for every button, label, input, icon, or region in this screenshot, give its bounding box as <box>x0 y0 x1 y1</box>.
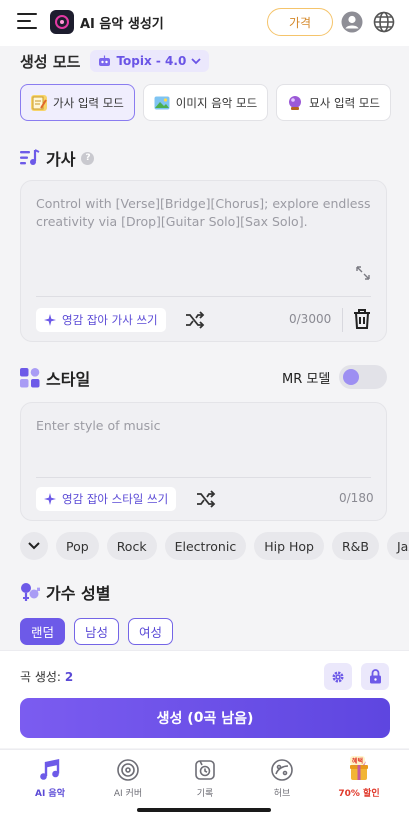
mode-tabs: 가사 입력 모드 이미지 음악 모드 묘사 입력 모드 <box>20 84 391 121</box>
song-count-value[interactable]: 2 <box>65 670 73 684</box>
style-title: 스타일 <box>46 370 91 389</box>
generate-button[interactable]: 생성 (0 곡 남음) <box>20 698 390 738</box>
app-title: AI 음악 생성기 <box>80 17 164 32</box>
lyrics-inspire-button[interactable]: 영감 잡아 가사 쓰기 <box>36 308 166 332</box>
memo-icon <box>31 94 47 111</box>
globe-icon[interactable] <box>373 11 395 33</box>
gender-options: 랜덤 남성 여성 <box>20 618 174 645</box>
nav-item-label: 허브 <box>273 789 291 799</box>
generate-label-prefix: 생성 ( <box>156 711 194 727</box>
nav-item-label: 기록 <box>196 789 214 799</box>
robot-icon <box>99 55 111 66</box>
settings-button[interactable] <box>324 663 352 690</box>
model-name: Topix - 4.0 <box>116 54 187 68</box>
expand-genres-button[interactable] <box>20 532 48 560</box>
model-selector[interactable]: Topix - 4.0 <box>90 50 210 72</box>
style-inspire-button[interactable]: 영감 잡아 스타일 쓰기 <box>36 487 177 511</box>
generate-remaining-count: 0 <box>193 710 204 726</box>
tab-image-mode[interactable]: 이미지 음악 모드 <box>142 84 269 121</box>
nav-item-label: AI 음악 <box>34 789 65 799</box>
genre-chip-jazz[interactable]: Jazz <box>386 532 409 560</box>
lyrics-title: 가사 <box>46 150 76 169</box>
style-counter: 0/180 <box>339 491 374 505</box>
profile-icon[interactable] <box>341 11 363 33</box>
mr-model-label: MR 모델 <box>282 372 331 387</box>
lyrics-inspire-label: 영감 잡아 가사 쓰기 <box>62 313 158 327</box>
hub-icon <box>271 759 293 781</box>
style-icon <box>20 368 40 388</box>
genre-chip-row: Pop Rock Electronic Hip Hop R&B Jazz <box>20 532 409 560</box>
nav-item-history[interactable]: 기록 <box>170 758 240 799</box>
sparkle-icon <box>44 313 56 326</box>
lock-button[interactable] <box>361 663 389 690</box>
hamburger-menu-icon[interactable] <box>17 13 37 29</box>
price-button[interactable]: 가격 <box>267 8 333 36</box>
singer-icon <box>21 583 40 601</box>
app-header: AI 음악 생성기 가격 <box>0 0 409 46</box>
generate-label-suffix: 곡 남음) <box>203 711 254 727</box>
lyrics-counter: 0/3000 <box>289 312 332 326</box>
tab-description-mode[interactable]: 묘사 입력 모드 <box>276 84 391 121</box>
sparkle-icon <box>44 492 56 505</box>
style-inspire-label: 영감 잡아 스타일 쓰기 <box>62 492 169 506</box>
tab-lyrics-mode[interactable]: 가사 입력 모드 <box>20 84 135 121</box>
vinyl-icon <box>117 759 139 781</box>
lyrics-divider <box>36 296 371 297</box>
singer-gender-title: 가수 성별 <box>46 584 111 603</box>
style-divider <box>36 477 371 478</box>
lyrics-icon <box>20 149 40 165</box>
gear-icon <box>332 671 344 682</box>
expand-icon[interactable] <box>355 265 371 281</box>
home-indicator <box>137 808 271 812</box>
genre-chip-rock[interactable]: Rock <box>106 532 157 560</box>
toggle-knob <box>343 369 359 385</box>
singer-gender-header: 가수 성별 <box>20 580 110 604</box>
lock-icon <box>369 669 381 684</box>
chevron-down-icon <box>191 57 201 64</box>
chevron-down-icon <box>28 542 40 550</box>
lyrics-header: 가사 ? <box>20 146 95 170</box>
tab-description-mode-label: 묘사 입력 모드 <box>309 95 380 110</box>
lyrics-input[interactable]: Control with [Verse][Bridge][Chorus]; ex… <box>36 195 371 231</box>
gender-male-button[interactable]: 남성 <box>74 618 120 645</box>
nav-item-ai-cover[interactable]: AI 커버 <box>93 758 163 799</box>
gift-icon: 혜택 <box>345 756 373 782</box>
nav-item-discount[interactable]: 혜택 70% 할인 <box>324 756 394 799</box>
music-note-icon <box>40 759 60 780</box>
nav-item-ai-music[interactable]: AI 음악 <box>15 758 85 799</box>
gender-random-button[interactable]: 랜덤 <box>20 618 66 645</box>
counter-divider <box>342 308 343 332</box>
style-header: 스타일 <box>20 366 90 390</box>
style-input-card: Enter style of music 영감 잡아 스타일 쓰기 0/180 <box>20 402 387 521</box>
nav-item-hub[interactable]: 허브 <box>247 758 317 799</box>
gender-female-button[interactable]: 여성 <box>128 618 174 645</box>
genre-chip-hip-hop[interactable]: Hip Hop <box>254 532 324 560</box>
nav-item-label: 70% 할인 <box>338 789 380 799</box>
crystal-ball-icon <box>287 95 303 111</box>
tab-lyrics-mode-label: 가사 입력 모드 <box>53 95 124 110</box>
shuffle-icon[interactable] <box>196 490 216 508</box>
app-logo <box>50 10 74 34</box>
image-icon <box>154 95 170 111</box>
genre-chip-pop[interactable]: Pop <box>56 532 99 560</box>
shuffle-icon[interactable] <box>185 311 205 329</box>
history-icon <box>195 760 215 780</box>
genre-chip-rnb[interactable]: R&B <box>331 532 379 560</box>
mr-model-toggle[interactable] <box>339 365 387 389</box>
generation-mode-label: 생성 모드 <box>20 52 81 71</box>
help-icon[interactable]: ? <box>81 151 95 165</box>
genre-chip-electronic[interactable]: Electronic <box>164 532 247 560</box>
generation-mode-row: 생성 모드 Topix - 4.0 <box>20 50 210 72</box>
tab-image-mode-label: 이미지 음악 모드 <box>175 95 258 110</box>
lyrics-input-card: Control with [Verse][Bridge][Chorus]; ex… <box>20 180 387 342</box>
nav-item-label: AI 커버 <box>113 789 143 799</box>
song-count: 곡 생성: 2 <box>20 668 73 685</box>
generate-panel: 곡 생성: 2 생성 (0 곡 남음) <box>0 650 409 748</box>
song-count-label: 곡 생성: <box>20 670 61 684</box>
promo-badge: 혜택 <box>350 756 366 765</box>
style-input[interactable]: Enter style of music <box>36 417 371 435</box>
trash-icon[interactable] <box>352 308 372 330</box>
